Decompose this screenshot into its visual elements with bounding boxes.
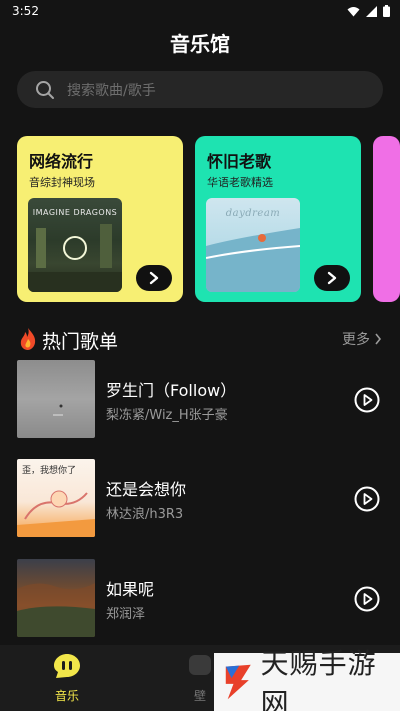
nav-tab-music[interactable]: 音乐: [37, 653, 97, 704]
card-title: 网络流行: [29, 152, 94, 171]
play-circle-icon[interactable]: [354, 387, 380, 413]
song-artist: 郑润泽: [106, 607, 146, 622]
song-cover: [17, 559, 95, 637]
wifi-icon: [347, 6, 360, 16]
play-circle-icon[interactable]: [354, 586, 380, 612]
search-icon: [36, 81, 54, 99]
song-artist: 梨冻紧/Wiz_H张子豪: [106, 408, 228, 423]
card-title: 怀旧老歌: [207, 152, 272, 171]
signal-icon: [366, 5, 377, 17]
status-icons: [347, 5, 390, 17]
watermark: 天赐手游网: [214, 647, 400, 711]
cover-text: 歪，我想你了: [22, 466, 77, 476]
status-time: 3:52: [12, 4, 39, 18]
playlist-card-partial[interactable]: [373, 136, 400, 302]
more-link[interactable]: 更多: [342, 329, 382, 349]
playlist-card-oldies[interactable]: 怀旧老歌 华语老歌精选 daydream: [195, 136, 361, 302]
song-title: 还是会想你: [106, 480, 187, 499]
song-row[interactable]: 罗生门（Follow） 梨冻紧/Wiz_H张子豪: [17, 360, 383, 439]
song-title: 如果呢: [106, 580, 155, 599]
search-placeholder: 搜索歌曲/歌手: [67, 83, 156, 99]
song-title: 罗生门（Follow）: [106, 381, 237, 400]
chevron-right-icon: [375, 333, 382, 345]
cover-art-icon: [206, 228, 300, 292]
playlist-card-network-pop[interactable]: 网络流行 音综封神现场 IMAGINE DRAGONS: [17, 136, 183, 302]
chevron-right-icon: [149, 271, 159, 285]
song-cover: 歪，我想你了: [17, 459, 95, 537]
card-cover-image: IMAGINE DRAGONS: [28, 198, 122, 292]
fire-icon: [20, 328, 36, 350]
chevron-right-icon: [327, 271, 337, 285]
section-title: 热门歌单: [42, 331, 119, 353]
status-bar: 3:52: [0, 0, 400, 24]
card-play-button[interactable]: [314, 265, 350, 291]
cover-art-icon: [28, 224, 122, 292]
card-cover-image: daydream: [206, 198, 300, 292]
song-artist: 林达浪/h3R3: [106, 507, 184, 522]
card-subtitle: 华语老歌精选: [207, 176, 273, 189]
wallpaper-tab-icon: [189, 655, 211, 675]
card-subtitle: 音综封神现场: [29, 176, 95, 189]
cover-art-icon: [53, 404, 63, 416]
music-tab-icon: [54, 654, 80, 678]
more-label: 更多: [342, 332, 370, 348]
page-title: 音乐馆: [170, 32, 230, 56]
section-header: 热门歌单 更多: [18, 325, 384, 353]
watermark-text: 天赐手游网: [260, 647, 377, 711]
nav-label: 音乐: [54, 689, 79, 703]
cover-art-icon: [17, 583, 95, 637]
song-row[interactable]: 歪，我想你了 还是会想你 林达浪/h3R3: [17, 459, 383, 538]
battery-icon: [383, 5, 390, 17]
song-row[interactable]: 如果呢 郑润泽: [17, 559, 383, 638]
search-bar[interactable]: 搜索歌曲/歌手: [17, 71, 383, 108]
watermark-logo-icon: [225, 664, 251, 700]
play-circle-icon[interactable]: [354, 486, 380, 512]
song-cover: [17, 360, 95, 438]
card-play-button[interactable]: [136, 265, 172, 291]
